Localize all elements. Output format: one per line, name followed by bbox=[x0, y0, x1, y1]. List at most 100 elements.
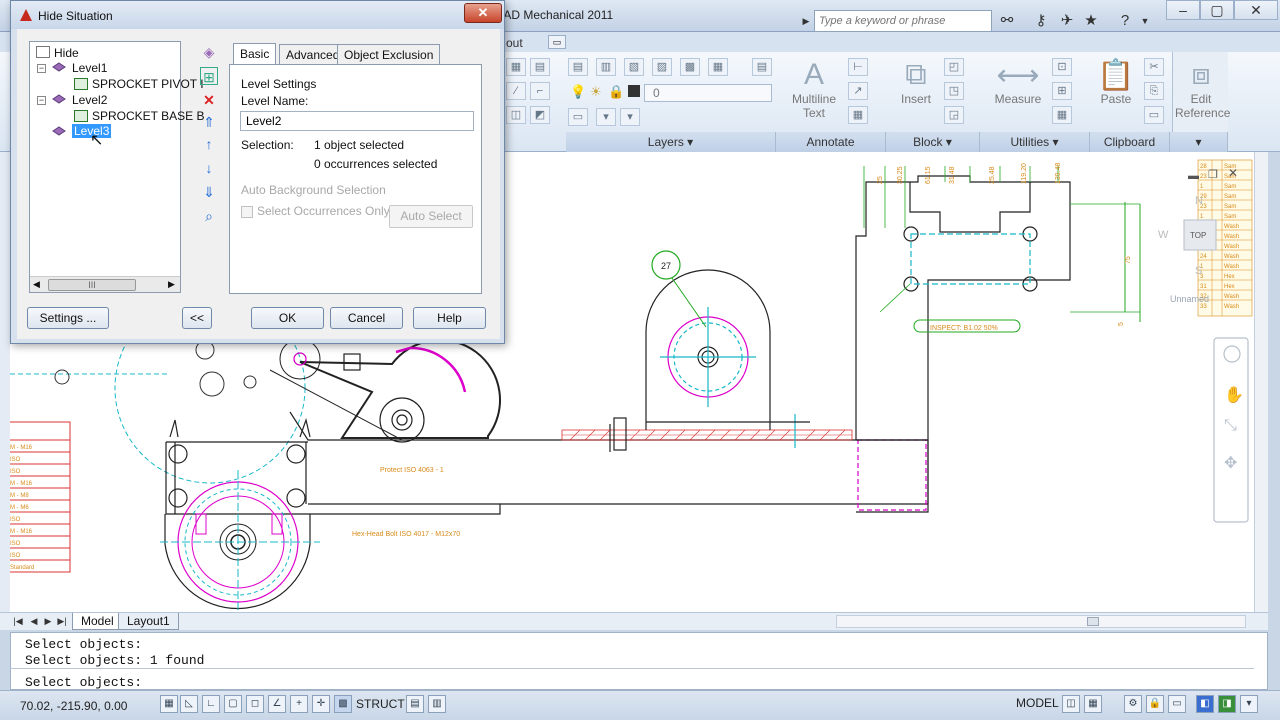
layout-view-icon[interactable]: ◫ bbox=[1062, 695, 1080, 713]
ortho-icon[interactable]: ∟ bbox=[202, 695, 220, 713]
horizontal-scroll-thumb[interactable] bbox=[1087, 617, 1099, 626]
ribbon-tool-icon[interactable]: ∕ bbox=[506, 82, 526, 100]
tree-horizontal-scrollbar[interactable]: ◀ III ▶ bbox=[30, 276, 180, 292]
sun-icon[interactable]: ☀ bbox=[590, 84, 602, 100]
search-input[interactable] bbox=[814, 10, 992, 32]
panel-title-block[interactable]: Block ▾ bbox=[886, 132, 980, 152]
viewport-close-icon[interactable]: ✕ bbox=[1228, 166, 1238, 180]
ribbon-tab-layout[interactable]: out bbox=[506, 36, 523, 50]
move-top-icon[interactable]: ⇑ bbox=[200, 113, 218, 131]
tab-basic[interactable]: Basic bbox=[233, 43, 277, 65]
move-bottom-icon[interactable]: ⇓ bbox=[200, 183, 218, 201]
block-create-icon[interactable]: ◰ bbox=[944, 58, 964, 76]
add-component-icon[interactable]: ⊞ bbox=[200, 67, 218, 85]
otrack-icon[interactable]: ∠ bbox=[268, 695, 286, 713]
zoom-to-selection-icon[interactable]: ⌕ bbox=[200, 207, 218, 225]
scroll-right-icon[interactable]: ▶ bbox=[168, 279, 175, 290]
clean-screen-icon[interactable]: ▾ bbox=[1240, 695, 1258, 713]
utility-tool-icon[interactable]: ⊞ bbox=[1052, 82, 1072, 100]
tree-collapse-icon[interactable]: − bbox=[37, 96, 46, 105]
model-space-toggle[interactable]: MODEL bbox=[1016, 696, 1059, 710]
workspace-gear-icon[interactable]: ⚙ bbox=[1124, 695, 1142, 713]
dyn-input-icon[interactable]: ✛ bbox=[312, 695, 330, 713]
lineweight-icon[interactable]: ▩ bbox=[334, 695, 352, 713]
scroll-left-icon[interactable]: ◀ bbox=[33, 279, 40, 290]
layer-tool-icon[interactable]: ▦ bbox=[708, 58, 728, 76]
ok-button[interactable]: OK bbox=[251, 307, 324, 329]
last-layout-icon[interactable]: ▶| bbox=[56, 614, 68, 628]
panel-title-clipboard[interactable]: Clipboard bbox=[1090, 132, 1170, 152]
match-properties-icon[interactable]: ▭ bbox=[1144, 106, 1164, 124]
status-tool-icon[interactable]: ▭ bbox=[1168, 695, 1186, 713]
block-attribute-icon[interactable]: ◲ bbox=[944, 106, 964, 124]
tools-icon[interactable]: ✈ bbox=[1056, 10, 1078, 32]
delete-icon[interactable]: ✕ bbox=[200, 91, 218, 109]
layer-tool-icon[interactable]: ▭ bbox=[568, 108, 588, 126]
utility-tool-icon[interactable]: ⊡ bbox=[1052, 58, 1072, 76]
layer-tool-icon[interactable]: ▾ bbox=[620, 108, 640, 126]
tab-model[interactable]: Model bbox=[72, 613, 123, 630]
lightbulb-icon[interactable]: 💡 bbox=[570, 84, 586, 100]
tab-object-exclusion[interactable]: Object Exclusion bbox=[337, 44, 441, 65]
tree-collapse-icon[interactable]: − bbox=[37, 64, 46, 73]
horizontal-scrollbar[interactable] bbox=[836, 615, 1246, 628]
copy-icon[interactable]: ⎘ bbox=[1144, 82, 1164, 100]
panel-title-utilities[interactable]: Utilities ▾ bbox=[980, 132, 1090, 152]
dialog-close-button[interactable]: ✕ bbox=[464, 3, 502, 23]
ribbon-tool-icon[interactable]: ⌐ bbox=[530, 82, 550, 100]
multiline-text-button[interactable]: A Multiline Text bbox=[786, 58, 842, 120]
layer-dropdown[interactable]: 0 bbox=[644, 84, 772, 102]
next-layout-icon[interactable]: ▶ bbox=[42, 614, 54, 628]
osnap-icon[interactable]: ◻ bbox=[246, 695, 264, 713]
first-layout-icon[interactable]: |◀ bbox=[12, 614, 24, 628]
new-level-icon[interactable]: ◈ bbox=[200, 43, 218, 61]
pan-hand-icon[interactable]: ✋ bbox=[1224, 385, 1244, 404]
lock-icon[interactable]: 🔒 bbox=[608, 84, 624, 100]
orbit-icon[interactable]: ✥ bbox=[1224, 455, 1237, 472]
move-down-icon[interactable]: ↓ bbox=[200, 159, 218, 177]
layer-tool-icon[interactable]: ▨ bbox=[652, 58, 672, 76]
dimension-icon[interactable]: ⊢ bbox=[848, 58, 868, 76]
layer-tool-icon[interactable]: ▾ bbox=[596, 108, 616, 126]
paste-button[interactable]: 📋 Paste bbox=[1096, 58, 1136, 106]
layer-tool-icon[interactable]: ▩ bbox=[680, 58, 700, 76]
ribbon-tool-icon[interactable]: ◩ bbox=[530, 106, 550, 124]
ribbon-tool-icon[interactable]: ▦ bbox=[506, 58, 526, 76]
auto-select-button[interactable]: Auto Select bbox=[389, 205, 473, 228]
status-tool-icon[interactable]: ▥ bbox=[428, 695, 446, 713]
move-up-icon[interactable]: ↑ bbox=[200, 135, 218, 153]
tree-scroll-thumb[interactable]: III bbox=[48, 279, 136, 291]
layer-state-icon[interactable]: ▥ bbox=[596, 58, 616, 76]
polar-icon[interactable]: ▢ bbox=[224, 695, 242, 713]
cancel-button[interactable]: Cancel bbox=[330, 307, 403, 329]
lock-toolbar-icon[interactable]: 🔒 bbox=[1146, 695, 1164, 713]
zoom-icon[interactable]: ⤡ bbox=[1224, 417, 1237, 434]
select-occurrences-checkbox[interactable] bbox=[241, 206, 253, 218]
ribbon-tool-icon[interactable]: ▤ bbox=[530, 58, 550, 76]
dialog-title-bar[interactable]: Hide Situation ✕ bbox=[11, 1, 504, 29]
calculator-icon[interactable]: ▦ bbox=[1052, 106, 1072, 124]
close-window-button[interactable]: ✕ bbox=[1234, 0, 1278, 20]
key-icon[interactable]: ⚷ bbox=[1030, 10, 1052, 32]
maximize-button[interactable]: ▢ bbox=[1200, 0, 1234, 20]
block-edit-icon[interactable]: ◳ bbox=[944, 82, 964, 100]
leader-icon[interactable]: ↗ bbox=[848, 82, 868, 100]
panel-title-edit-reference[interactable]: ▾ bbox=[1170, 132, 1228, 152]
collapse-button[interactable]: << bbox=[182, 307, 212, 329]
isolate-objects-icon[interactable]: ◨ bbox=[1218, 695, 1236, 713]
search-dropdown-arrow[interactable]: ▶ bbox=[800, 12, 812, 30]
level-name-input[interactable] bbox=[240, 111, 474, 131]
favorites-star-icon[interactable]: ★ bbox=[1080, 10, 1102, 32]
edit-reference-button[interactable]: ⧈ Edit Reference bbox=[1175, 58, 1230, 120]
help-icon[interactable]: ? bbox=[1114, 10, 1136, 32]
prev-layout-icon[interactable]: ◀ bbox=[28, 614, 40, 628]
snap-icon[interactable]: ▦ bbox=[160, 695, 178, 713]
command-window[interactable]: Select objects: Select objects: 1 found … bbox=[10, 632, 1268, 690]
measure-button[interactable]: ⟷ Measure bbox=[990, 58, 1046, 106]
help-button[interactable]: Help bbox=[413, 307, 486, 329]
insert-block-button[interactable]: ⧉ Insert bbox=[896, 58, 936, 106]
panel-title-layers[interactable]: Layers ▾ bbox=[566, 132, 776, 152]
viewport-restore-icon[interactable]: ❐ bbox=[1208, 168, 1218, 181]
quick-view-icon[interactable]: ▦ bbox=[1084, 695, 1102, 713]
viewport-minimize-icon[interactable]: ▬ bbox=[1188, 170, 1199, 182]
